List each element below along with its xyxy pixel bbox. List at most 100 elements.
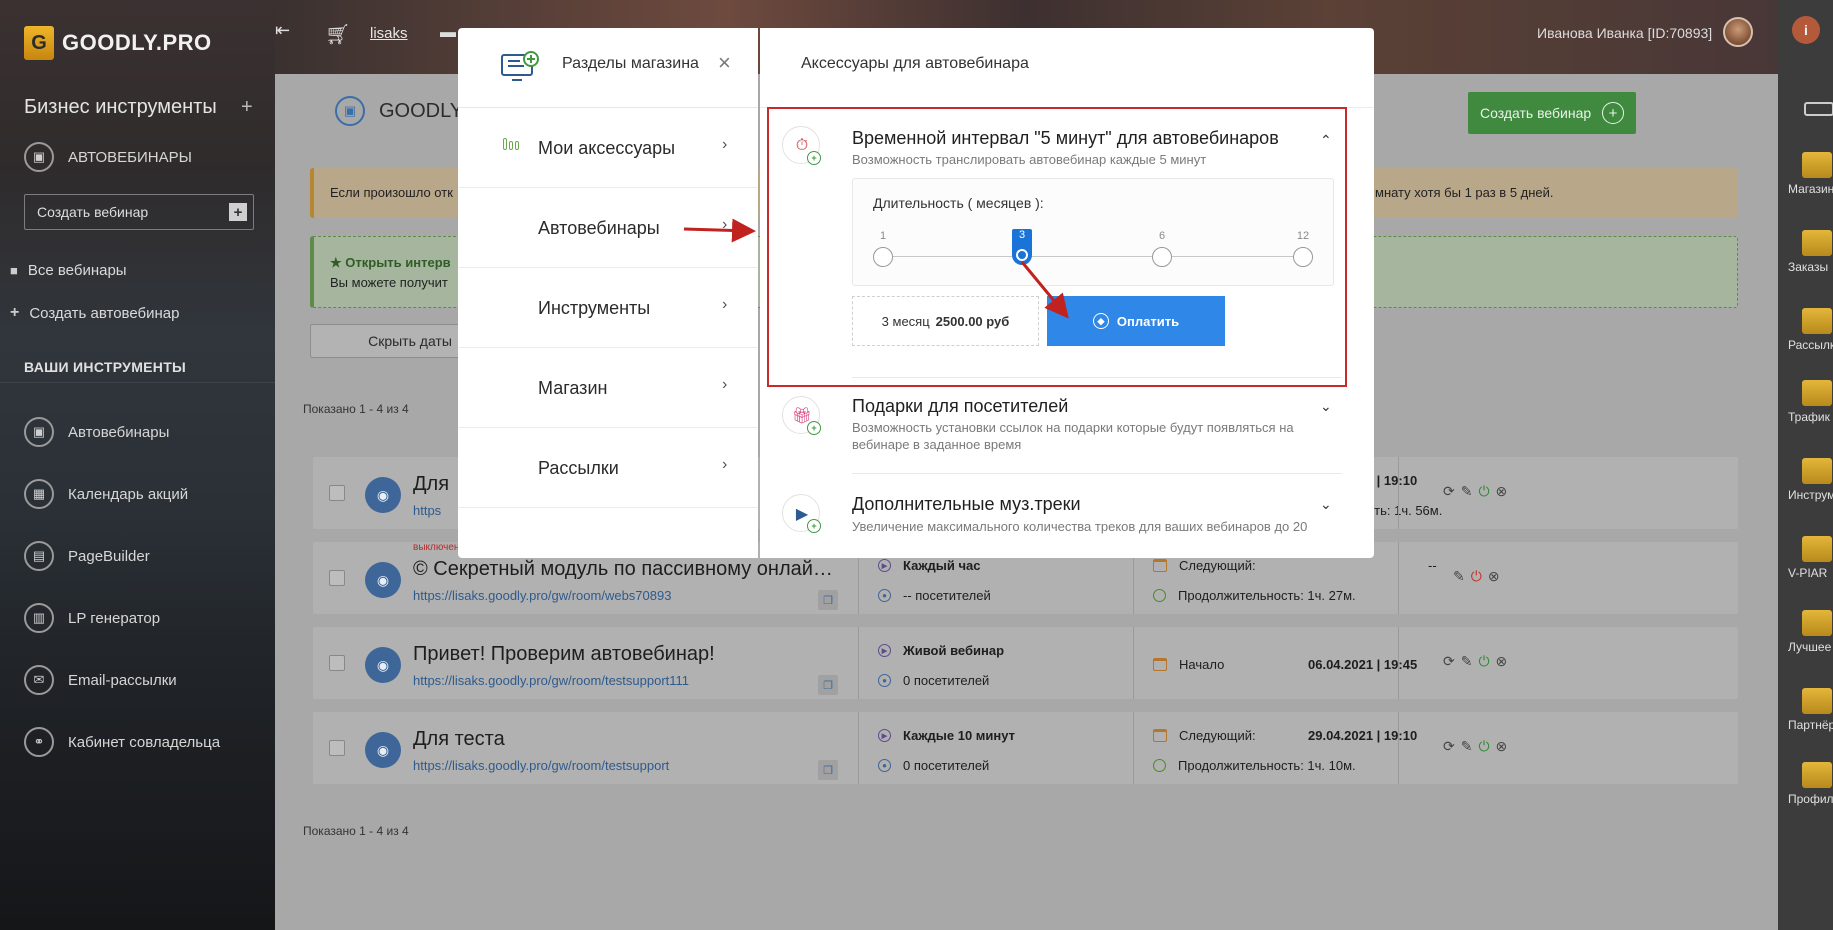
collapse-sidebar-icon[interactable]: ⇤ xyxy=(275,20,290,41)
power-icon[interactable]: ⏻ xyxy=(1478,483,1489,500)
sidebar-item-pagebuilder[interactable]: ▤ PageBuilder xyxy=(24,541,150,571)
nav-item-tools[interactable]: Инструменты › xyxy=(458,268,758,348)
briefcase-icon[interactable]: ▬ xyxy=(440,24,456,42)
webinar-url[interactable]: https://lisaks.goodly.pro/gw/room/webs70… xyxy=(413,588,671,603)
pay-button[interactable]: ◆ Оплатить xyxy=(1047,296,1225,346)
power-icon[interactable]: ⏻ xyxy=(1478,738,1489,755)
sidebar-item-label: Автовебинары xyxy=(68,423,170,441)
toggle-switch[interactable] xyxy=(1804,102,1833,116)
copy-icon[interactable]: ❐ xyxy=(818,675,838,695)
sidebar-item-autowebinars[interactable]: ▣ Автовебинары xyxy=(24,417,169,447)
create-webinar-field[interactable]: Создать вебинар + xyxy=(24,194,254,230)
next-value: -- xyxy=(1428,558,1437,573)
pay-button-label: Оплатить xyxy=(1116,313,1180,329)
edit-icon[interactable]: ✎ xyxy=(1453,568,1465,585)
refresh-icon[interactable]: ⟳ xyxy=(1443,738,1455,755)
username-link[interactable]: lisaks xyxy=(370,25,408,42)
create-webinar-button[interactable]: Создать вебинар + xyxy=(1468,92,1636,134)
slider-track[interactable] xyxy=(883,256,1303,257)
accessory-title[interactable]: Подарки для посетителей xyxy=(852,396,1068,417)
divider xyxy=(852,473,1342,474)
cart-icon[interactable]: 🛒︎ xyxy=(325,22,350,47)
edit-icon[interactable]: ✎ xyxy=(1461,653,1473,670)
schedule: ▶ Живой вебинар xyxy=(878,643,1004,658)
plus-icon[interactable]: + xyxy=(229,203,247,221)
power-icon[interactable]: ⏻ xyxy=(1471,568,1482,585)
business-tools-add-button[interactable]: + xyxy=(241,96,253,119)
next-label: Следующий: xyxy=(1179,558,1256,573)
nav-item-my-accessories[interactable]: Мои аксессуары › xyxy=(458,108,758,188)
nav-item-autowebinars[interactable]: Автовебинары › xyxy=(458,188,758,268)
webinar-url[interactable]: https://lisaks.goodly.pro/gw/room/testsu… xyxy=(413,673,689,688)
chevron-right-icon: › xyxy=(722,376,728,393)
row-checkbox[interactable] xyxy=(329,570,345,586)
accessory-title[interactable]: Дополнительные муз.треки xyxy=(852,494,1081,515)
info-icon[interactable]: i xyxy=(1792,16,1820,44)
webinar-url[interactable]: https xyxy=(413,503,441,518)
refresh-icon[interactable]: ⟳ xyxy=(1443,483,1455,500)
refresh-icon[interactable]: ⟳ xyxy=(1443,653,1455,670)
add-icon: + xyxy=(807,151,821,165)
logo-mark: G xyxy=(24,26,54,60)
divider xyxy=(852,377,1342,378)
delete-icon[interactable]: ⊗ xyxy=(1496,738,1508,755)
clock-icon xyxy=(1153,759,1166,772)
delete-icon[interactable]: ⊗ xyxy=(1488,568,1500,585)
sidebar-item-coowner[interactable]: ⚭ Кабинет совладельца xyxy=(24,727,220,757)
row-checkbox[interactable] xyxy=(329,740,345,756)
nav-item-shop[interactable]: Магазин › xyxy=(458,348,758,428)
right-item-orders[interactable]: Заказы xyxy=(1788,230,1833,274)
right-item-profile[interactable]: Профиль xyxy=(1788,762,1833,806)
sidebar-item-calendar[interactable]: ▦ Календарь акций xyxy=(24,479,188,509)
delete-icon[interactable]: ⊗ xyxy=(1496,483,1508,500)
right-item-partner[interactable]: Партнёр xyxy=(1788,688,1833,732)
edit-icon[interactable]: ✎ xyxy=(1461,738,1473,755)
row-checkbox[interactable] xyxy=(329,485,345,501)
slider-option[interactable] xyxy=(1293,247,1313,267)
slider-tick: 12 xyxy=(1296,230,1310,242)
sidebar-link-all-webinars[interactable]: ■ Все вебинары xyxy=(10,262,127,279)
slider-option[interactable] xyxy=(873,247,893,267)
user-name: Иванова Иванка [ID:70893] xyxy=(1537,25,1713,41)
row-checkbox[interactable] xyxy=(329,655,345,671)
envelope-icon: ✉ xyxy=(24,665,54,695)
accessory-title[interactable]: Временной интервал "5 минут" для автовеб… xyxy=(852,128,1279,149)
delete-icon[interactable]: ⊗ xyxy=(1496,653,1508,670)
logo[interactable]: G GOODLY.PRO xyxy=(24,26,212,60)
right-item-vpiar[interactable]: V-PIAR xyxy=(1788,536,1833,580)
webinar-title[interactable]: © Секретный модуль по пассивному онлайн-… xyxy=(413,558,843,581)
webinar-title[interactable]: Для теста xyxy=(413,728,843,751)
right-item-traffic[interactable]: Трафик xyxy=(1788,380,1833,424)
right-item-mailing[interactable]: Рассылк xyxy=(1788,308,1833,352)
next-info: Следующий: xyxy=(1153,728,1256,743)
nav-item-mailings[interactable]: Рассылки › xyxy=(458,428,758,508)
right-item-tools[interactable]: Инструм xyxy=(1788,458,1833,502)
webinar-url[interactable]: https://lisaks.goodly.pro/gw/room/testsu… xyxy=(413,758,669,773)
your-tools-title: ВАШИ ИНСТРУМЕНТЫ xyxy=(24,359,187,375)
slider-handle[interactable]: 3 xyxy=(1012,229,1032,265)
webinar-title[interactable]: Привет! Проверим автовебинар! xyxy=(413,643,843,666)
avatar[interactable] xyxy=(1723,17,1753,47)
nav-item-label: Рассылки xyxy=(538,458,619,478)
module-header[interactable]: ▣ АВТОВЕБИНАРЫ xyxy=(24,142,192,172)
right-item-best[interactable]: Лучшее xyxy=(1788,610,1833,654)
close-icon[interactable]: × xyxy=(718,50,731,76)
sidebar-link-create-autowebinar[interactable]: + Создать автовебинар xyxy=(10,304,179,322)
chevron-up-icon[interactable]: ⌃ xyxy=(1320,132,1332,149)
slider-handle-dot xyxy=(1016,249,1028,261)
chevron-down-icon[interactable]: ⌄ xyxy=(1320,398,1332,415)
divider xyxy=(1398,457,1399,529)
right-item-shop[interactable]: Магазин xyxy=(1788,152,1833,196)
edit-icon[interactable]: ✎ xyxy=(1461,483,1473,500)
calendar-icon xyxy=(1153,559,1167,572)
copy-icon[interactable]: ❐ xyxy=(818,590,838,610)
sidebar-item-lp-generator[interactable]: ▥ LP генератор xyxy=(24,603,160,633)
shop-bag-icon xyxy=(1802,152,1832,178)
interval-notice-title[interactable]: ★ Открыть интерв xyxy=(330,255,451,271)
slider-option[interactable] xyxy=(1152,247,1172,267)
create-webinar-field-label: Создать вебинар xyxy=(37,204,149,220)
chevron-down-icon[interactable]: ⌄ xyxy=(1320,496,1332,513)
power-icon[interactable]: ⏻ xyxy=(1478,653,1489,670)
sidebar-item-email[interactable]: ✉ Email-рассылки xyxy=(24,665,177,695)
copy-icon[interactable]: ❐ xyxy=(818,760,838,780)
